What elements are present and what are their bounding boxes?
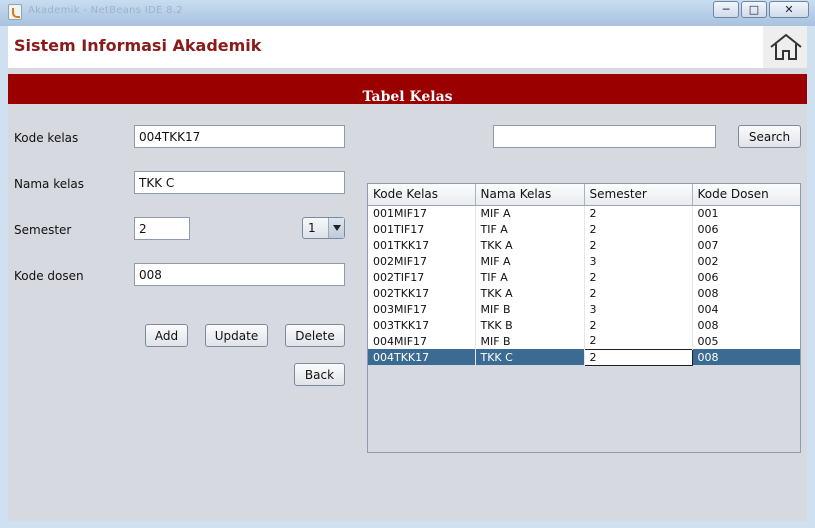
table-row[interactable]: 001TKK17 TKK A 2 007 <box>368 237 800 253</box>
table-cell[interactable]: 002TIF17 <box>368 269 476 285</box>
table-cell[interactable]: 2 <box>584 317 693 333</box>
semester-input[interactable] <box>134 217 190 240</box>
table-row[interactable]: 004MIF17 MIF B 2 005 <box>368 333 800 349</box>
main-frame: Sistem Informasi Akademik Tabel Kelas Ko… <box>8 26 807 521</box>
table-cell[interactable]: 004MIF17 <box>368 333 476 349</box>
search-button[interactable]: Search <box>738 125 801 148</box>
table-cell[interactable]: 003TKK17 <box>368 317 476 333</box>
kode-dosen-label: Kode dosen <box>14 269 84 283</box>
table-cell[interactable]: 2 <box>584 269 693 285</box>
column-header-nama-kelas[interactable]: Nama Kelas <box>475 184 585 206</box>
semester-label: Semester <box>14 223 72 237</box>
semester-combo[interactable]: 1 <box>302 217 345 239</box>
table-cell[interactable]: 007 <box>692 237 800 253</box>
table-row[interactable]: 003TKK17 TKK B 2 008 <box>368 317 800 333</box>
table-cell[interactable]: 008 <box>692 317 800 333</box>
table-row[interactable]: 002TKK17 TKK A 2 008 <box>368 285 800 301</box>
app-title: Sistem Informasi Akademik <box>14 36 262 55</box>
table-cell[interactable]: 3 <box>584 253 693 269</box>
window-title: Akademik - NetBeans IDE 8.2 <box>28 5 183 16</box>
table-cell[interactable]: 004TKK17 <box>368 349 476 365</box>
table-cell[interactable]: 002 <box>692 253 800 269</box>
table-cell[interactable]: TKK C <box>475 349 585 365</box>
kelas-table[interactable]: Kode Kelas Nama Kelas Semester Kode Dose… <box>367 183 801 453</box>
table-row[interactable]: 001MIF17 MIF A 2 001 <box>368 205 800 221</box>
table-cell[interactable]: MIF A <box>475 253 585 269</box>
table-cell[interactable]: 2 <box>584 333 693 349</box>
title-banner: Tabel Kelas <box>8 74 807 105</box>
minimize-button[interactable]: ─ <box>713 1 739 18</box>
kode-kelas-input[interactable] <box>134 125 345 148</box>
chevron-down-icon[interactable] <box>328 218 344 238</box>
table-cell[interactable]: 002MIF17 <box>368 253 476 269</box>
back-button[interactable]: Back <box>294 363 345 386</box>
table-cell[interactable]: MIF B <box>475 333 585 349</box>
table-cell[interactable]: MIF B <box>475 301 585 317</box>
nama-kelas-input[interactable] <box>134 171 345 194</box>
table-row[interactable]: 001TIF17 TIF A 2 006 <box>368 221 800 237</box>
nama-kelas-label: Nama kelas <box>14 177 85 191</box>
table-row[interactable]: 002MIF17 MIF A 3 002 <box>368 253 800 269</box>
home-button[interactable] <box>763 26 807 68</box>
table-cell[interactable]: TIF A <box>475 269 585 285</box>
table-cell[interactable]: 2 <box>584 205 693 221</box>
home-icon <box>770 33 802 60</box>
column-header-kode-kelas[interactable]: Kode Kelas <box>368 184 476 206</box>
table-cell[interactable]: 001 <box>692 205 800 221</box>
search-input[interactable] <box>493 125 716 148</box>
table-cell[interactable]: TKK B <box>475 317 585 333</box>
table-cell[interactable]: 008 <box>692 285 800 301</box>
table-cell[interactable]: 003MIF17 <box>368 301 476 317</box>
kode-dosen-input[interactable] <box>134 263 345 286</box>
table-cell-editor[interactable]: 2 <box>583 348 693 366</box>
column-header-kode-dosen[interactable]: Kode Dosen <box>692 184 800 206</box>
window-controls: ─ □ ✕ <box>713 1 809 18</box>
table-cell[interactable]: 2 <box>584 221 693 237</box>
table-cell[interactable]: 3 <box>584 301 693 317</box>
table-header-row: Kode Kelas Nama Kelas Semester Kode Dose… <box>368 184 800 206</box>
table-cell[interactable]: TIF A <box>475 221 585 237</box>
table-cell[interactable]: 002TKK17 <box>368 285 476 301</box>
header: Sistem Informasi Akademik <box>8 26 807 68</box>
table-cell[interactable]: TKK A <box>475 237 585 253</box>
table-row[interactable]: 003MIF17 MIF B 3 004 <box>368 301 800 317</box>
semester-combo-value: 1 <box>308 221 316 235</box>
table-cell[interactable]: 001TKK17 <box>368 237 476 253</box>
table-cell[interactable]: 2 <box>584 285 693 301</box>
table-cell[interactable]: MIF A <box>475 205 585 221</box>
java-app-icon <box>8 4 22 20</box>
delete-button[interactable]: Delete <box>285 324 345 347</box>
table-row[interactable]: 002TIF17 TIF A 2 006 <box>368 269 800 285</box>
table-cell[interactable]: 006 <box>692 269 800 285</box>
table-cell[interactable]: TKK A <box>475 285 585 301</box>
table-cell[interactable]: 004 <box>692 301 800 317</box>
kode-kelas-label: Kode kelas <box>14 131 79 145</box>
table-row-selected[interactable]: 004TKK17 TKK C 2 008 <box>368 348 800 366</box>
table-cell[interactable]: 008 <box>692 349 800 365</box>
close-button[interactable]: ✕ <box>769 1 809 18</box>
maximize-button[interactable]: □ <box>741 1 767 18</box>
table-cell[interactable]: 006 <box>692 221 800 237</box>
column-header-semester[interactable]: Semester <box>584 184 693 206</box>
table-cell[interactable]: 005 <box>692 333 800 349</box>
add-button[interactable]: Add <box>145 324 188 347</box>
update-button[interactable]: Update <box>205 324 268 347</box>
table-cell[interactable]: 2 <box>584 237 693 253</box>
banner-title: Tabel Kelas <box>362 89 453 105</box>
window-titlebar[interactable]: Akademik - NetBeans IDE 8.2 ─ □ ✕ <box>0 0 815 26</box>
table-cell[interactable]: 001MIF17 <box>368 205 476 221</box>
table-cell[interactable]: 001TIF17 <box>368 221 476 237</box>
